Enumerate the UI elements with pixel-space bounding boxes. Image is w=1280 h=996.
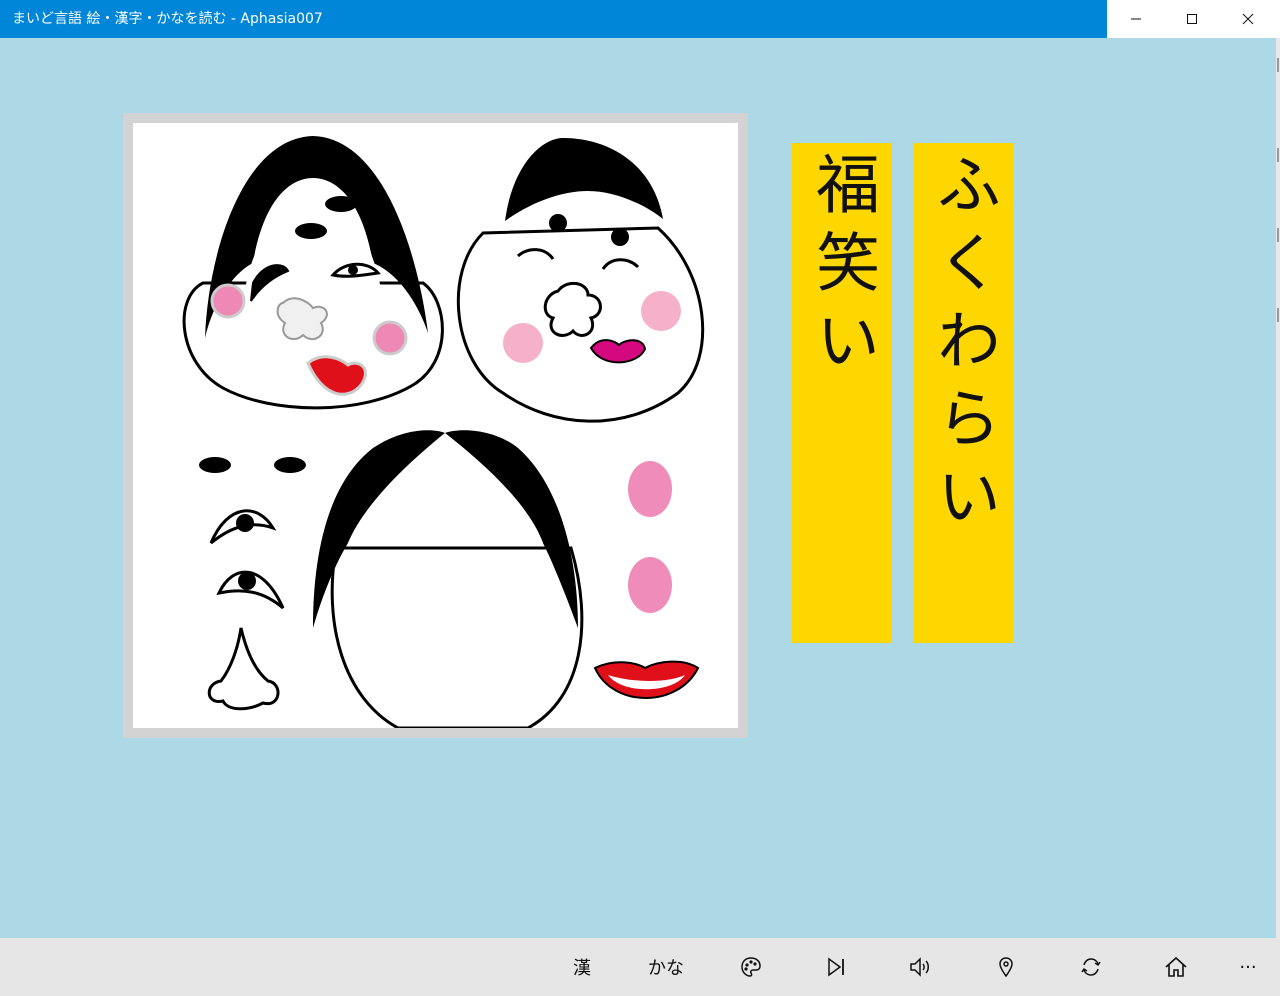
scrollbar[interactable] xyxy=(1276,38,1280,938)
kanji-text: 福笑い xyxy=(805,151,879,385)
kanji-button-label: 漢 xyxy=(573,958,591,979)
more-button[interactable]: ··· xyxy=(1218,938,1278,996)
blank-face xyxy=(313,430,584,728)
more-label: ··· xyxy=(1239,956,1257,978)
scrambled-face xyxy=(182,136,444,410)
skip-next-icon xyxy=(828,957,844,977)
home-button[interactable] xyxy=(1146,938,1206,996)
refresh-button[interactable] xyxy=(1061,938,1121,996)
fukuwarai-picture[interactable] xyxy=(133,123,738,728)
kana-button-label: かな xyxy=(648,958,684,979)
kanji-button[interactable]: 漢 xyxy=(552,938,612,996)
palette-icon xyxy=(741,957,761,977)
speaker-icon xyxy=(910,957,929,977)
complete-face xyxy=(456,138,705,423)
close-button[interactable] xyxy=(1220,0,1276,38)
home-icon xyxy=(1165,956,1187,977)
kana-card[interactable]: ふくわらい xyxy=(913,143,1013,643)
kanji-card[interactable]: 福笑い xyxy=(792,143,892,643)
fukuwarai-illustration xyxy=(182,136,705,728)
maximize-button[interactable] xyxy=(1164,0,1220,38)
map-pin-icon xyxy=(999,957,1013,978)
minimize-button[interactable] xyxy=(1108,0,1164,38)
title-bar-caption-area: まいど言語 絵・漢字・かなを読む - Aphasia007 xyxy=(0,0,1107,38)
minimize-icon xyxy=(1131,18,1141,20)
maximize-icon xyxy=(1187,14,1197,24)
next-button[interactable] xyxy=(806,938,866,996)
app-bar: 漢 かな ··· xyxy=(0,938,1280,996)
close-icon xyxy=(1242,13,1254,25)
palette-button[interactable] xyxy=(721,938,781,996)
speak-button[interactable] xyxy=(891,938,951,996)
kana-text: ふくわらい xyxy=(926,151,1000,541)
title-bar: まいど言語 絵・漢字・かなを読む - Aphasia007 xyxy=(0,0,1280,38)
kana-button[interactable]: かな xyxy=(636,938,696,996)
location-button[interactable] xyxy=(976,938,1036,996)
refresh-icon xyxy=(1081,958,1101,976)
window-title: まいど言語 絵・漢字・かなを読む - Aphasia007 xyxy=(12,11,323,27)
picture-frame xyxy=(123,113,748,738)
